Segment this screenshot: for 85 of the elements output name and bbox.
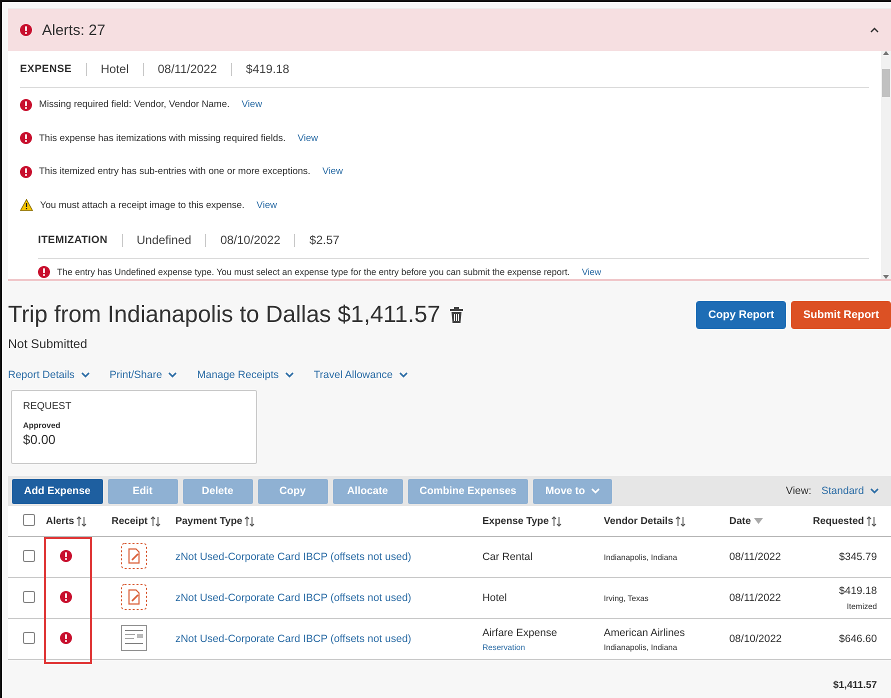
payment-type-link[interactable]: zNot Used-Corporate Card IBCP (offsets not used): [175, 592, 412, 604]
alert-group-label: EXPENSE: [20, 63, 72, 75]
column-header[interactable]: Requested: [812, 516, 864, 526]
expense-amount: $345.79: [838, 551, 877, 563]
expense-date: 08/10/2022: [729, 633, 782, 645]
report-menu-link[interactable]: Print/Share: [110, 369, 162, 381]
report-title: Trip from Indianapolis to Dallas $1,411.57: [8, 301, 440, 328]
vendor-name: American Airlines: [604, 626, 686, 638]
scrollbar-thumb[interactable]: [882, 69, 890, 97]
alert-group-field: Hotel: [100, 62, 129, 76]
sort-descending-icon[interactable]: [752, 517, 764, 525]
report-menu-link[interactable]: Manage Receipts: [197, 369, 279, 381]
alert-message: You must attach a receipt image to this expense.: [40, 200, 245, 211]
row-checkbox[interactable]: [23, 550, 35, 562]
view-link[interactable]: View: [256, 200, 277, 211]
expense-type: Car Rental: [482, 551, 534, 563]
expense-amount: $419.18: [838, 585, 877, 597]
column-header[interactable]: Date: [729, 516, 751, 526]
vendor-location: Indianapolis, Indiana: [604, 552, 678, 562]
vendor-location: Indianapolis, Indiana: [604, 642, 678, 652]
expense-subtype-link[interactable]: Reservation: [482, 642, 604, 652]
expense-type: Airfare Expense: [482, 626, 558, 638]
view-link[interactable]: View: [322, 166, 343, 178]
report-menu-link[interactable]: Travel Allowance: [314, 369, 393, 381]
column-header[interactable]: Expense Type: [482, 516, 549, 526]
sort-icon[interactable]: [675, 516, 686, 526]
amount-note: Itemized: [846, 602, 877, 611]
report-menu-link[interactable]: Report Details: [8, 369, 75, 381]
view-link[interactable]: View: [582, 267, 602, 277]
chevron-down-icon: [284, 372, 294, 378]
report-total: $1,411.57: [833, 680, 877, 690]
sort-icon[interactable]: [150, 516, 161, 526]
alert-message: This itemized entry has sub-entries with one or more exceptions.: [39, 166, 310, 178]
view-dropdown[interactable]: Standard: [821, 485, 879, 497]
row-checkbox[interactable]: [23, 632, 35, 644]
alert-group-field: 08/11/2022: [158, 62, 217, 76]
alert-group-field: Undefined: [136, 233, 192, 247]
alert-message: This expense has itemizations with missing required fields.: [39, 132, 286, 144]
request-amount: $0.00: [23, 432, 57, 447]
alert-group-field: $419.18: [246, 62, 290, 76]
payment-type-link[interactable]: zNot Used-Corporate Card IBCP (offsets not used): [175, 551, 412, 563]
scrollbar[interactable]: [881, 51, 891, 279]
view-link[interactable]: View: [298, 132, 318, 144]
column-header[interactable]: Vendor Details: [604, 516, 674, 526]
alert-message: Missing required field: Vendor, Vendor Name.: [39, 99, 230, 110]
vendor-location: Irving, Texas: [604, 594, 650, 602]
row-checkbox[interactable]: [23, 590, 35, 602]
missing-receipt-icon[interactable]: [120, 584, 147, 610]
report-action-button[interactable]: Submit Report: [791, 301, 891, 329]
chevron-down-icon: [168, 372, 178, 378]
trash-icon[interactable]: [450, 306, 464, 322]
chevron-up-icon[interactable]: [870, 27, 879, 33]
sort-icon[interactable]: [550, 516, 562, 526]
alert-group-label: ITEMIZATION: [38, 234, 108, 246]
column-header[interactable]: Receipt: [112, 516, 148, 526]
view-label: View:: [786, 485, 812, 497]
expense-date: 08/11/2022: [729, 592, 781, 604]
expense-type: Hotel: [482, 592, 508, 604]
alert-message: The entry has Undefined expense type. You must select an expense type for the entry before you can submit the expense report.: [57, 267, 570, 277]
report-status: Not Submitted: [8, 337, 88, 351]
chevron-down-icon: [870, 488, 879, 494]
sort-icon[interactable]: [866, 516, 877, 526]
request-status: Approved: [23, 421, 62, 430]
receipt-thumbnail[interactable]: [120, 624, 147, 650]
select-all-checkbox[interactable]: [23, 514, 35, 526]
alerts-header[interactable]: Alerts: 27: [8, 8, 891, 51]
alerts-title: Alerts: 27: [42, 22, 106, 38]
expense-date: 08/11/2022: [729, 551, 781, 563]
sort-icon[interactable]: [244, 516, 256, 526]
missing-receipt-icon[interactable]: [120, 542, 147, 568]
alert-group-field: $2.57: [309, 233, 340, 247]
expense-amount: $646.60: [838, 633, 877, 645]
sort-icon[interactable]: [76, 516, 88, 526]
alert-group-field: 08/10/2022: [220, 233, 280, 247]
scroll-down-icon[interactable]: [883, 275, 889, 279]
chevron-down-icon: [398, 372, 408, 378]
toolbar-button[interactable]: Add Expense: [12, 478, 103, 504]
request-heading: REQUEST: [23, 401, 72, 412]
chevron-down-icon: [80, 372, 90, 378]
column-header[interactable]: Alerts: [46, 516, 74, 526]
column-header[interactable]: Payment Type: [175, 516, 242, 526]
view-link[interactable]: View: [242, 99, 262, 110]
chevron-down-icon: [591, 488, 600, 494]
payment-type-link[interactable]: zNot Used-Corporate Card IBCP (offsets not used): [175, 633, 412, 645]
report-action-button[interactable]: Copy Report: [696, 301, 786, 329]
